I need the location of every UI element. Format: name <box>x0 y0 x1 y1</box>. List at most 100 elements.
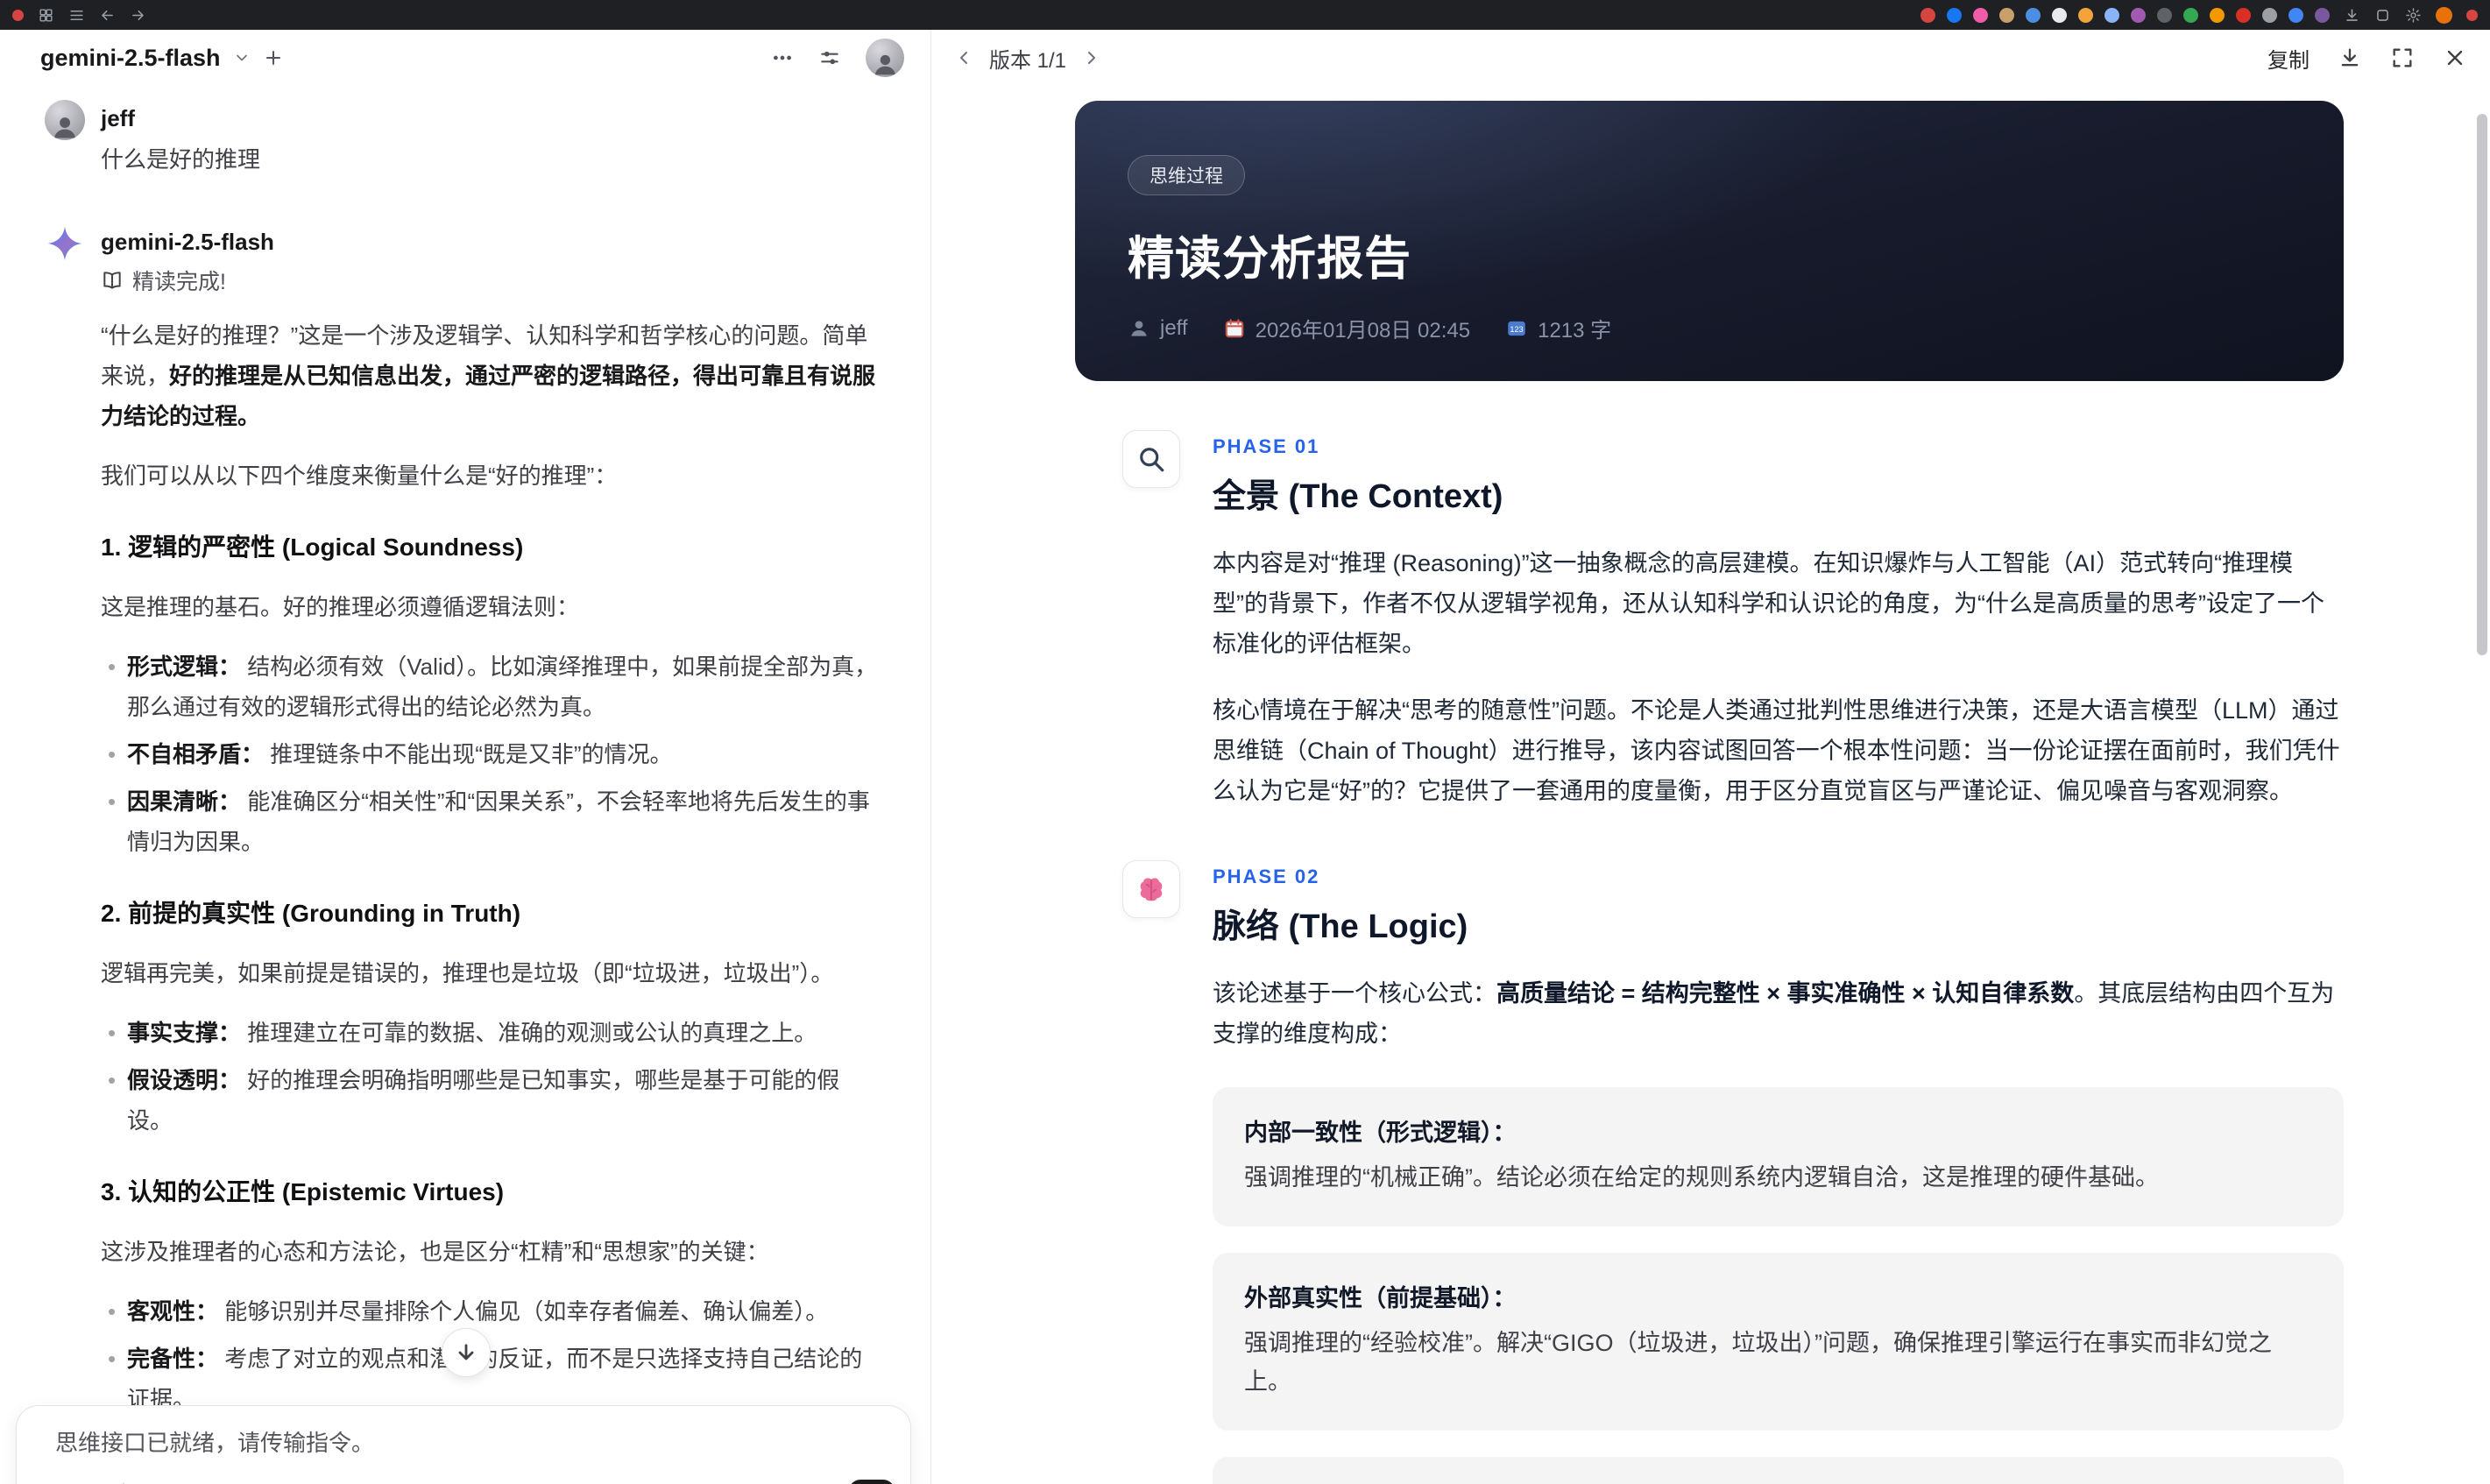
person-icon <box>51 112 79 140</box>
extension-icon[interactable] <box>2315 7 2330 23</box>
phase-title: 脉络 (The Logic) <box>1213 908 1468 945</box>
bullet-label: 形式逻辑： <box>127 654 242 680</box>
artifact-toolbar: 版本 1/1 复制 <box>931 30 2490 86</box>
tab-overview-icon[interactable] <box>38 7 54 24</box>
voice-input-button[interactable] <box>849 1480 895 1484</box>
svg-text:123: 123 <box>1510 324 1523 333</box>
scrollbar-thumb[interactable] <box>2477 114 2487 655</box>
extension-icon[interactable] <box>1973 7 1988 23</box>
report-date: 2026年01月08日 02:45 <box>1255 319 1471 343</box>
browser-profile-avatar[interactable] <box>2436 6 2452 24</box>
alert-icon[interactable] <box>2466 9 2478 21</box>
bullet-list: 事实支撑： 推理建立在可靠的数据、准确的观测或公认的真理之上。假设透明： 好的推… <box>101 1013 880 1141</box>
extension-icon[interactable] <box>2236 7 2251 23</box>
author-icon <box>1128 317 1150 340</box>
chevron-down-icon[interactable] <box>233 49 251 67</box>
close-icon[interactable] <box>2443 46 2467 70</box>
extension-icon[interactable] <box>1921 7 1935 23</box>
report-meta: jeff 2026年01月08日 02:45 123 1213 字 <box>1128 313 2295 343</box>
window-icon[interactable] <box>2374 7 2391 24</box>
chat-input-placeholder: 思维接口已就绪，请传输指令。 <box>55 1430 375 1456</box>
info-card: 外部真实性（前提基础）： 强调推理的“经验校准”。解决“GIGO（垃圾进，垃圾出）… <box>1213 1253 2344 1431</box>
user-message: jeff 什么是好的推理 <box>45 100 880 178</box>
chat-paragraph: “什么是好的推理？”这是一个涉及逻辑学、认知科学和哲学核心的问题。简单来说，好的… <box>101 322 876 429</box>
download-icon[interactable] <box>2338 46 2362 70</box>
next-version-button[interactable] <box>1080 47 1101 68</box>
phase-body: PHASE 02 脉络 (The Logic) 该论述基于一个核心公式：高质量结论 … <box>1213 860 2344 1484</box>
bullet-item: 因果清晰： 能准确区分“相关性”和“因果关系”，不会轻率地将先后发生的事情归为因… <box>101 781 880 862</box>
chat-heading: 3. 认知的公正性 (Epistemic Virtues) <box>101 1178 505 1205</box>
extension-icon[interactable] <box>2104 7 2119 23</box>
scroll-to-bottom-button[interactable] <box>442 1328 491 1377</box>
user-name: jeff <box>101 105 135 131</box>
assistant-message: gemini-2.5-flash 精读完成! “什么是好的推理？”这是一个涉及逻… <box>45 223 880 1484</box>
word-count-icon: 123 <box>1505 317 1528 340</box>
extension-icon[interactable] <box>1947 7 1962 23</box>
record-icon[interactable] <box>12 9 24 21</box>
extension-icon[interactable] <box>1999 7 2014 23</box>
artifact-panel: 版本 1/1 复制 思维过程 精读分析报告 jeff 2026年01月08日 0… <box>931 30 2490 1484</box>
extension-icon[interactable] <box>2078 7 2093 23</box>
phase-paragraph: 本内容是对“推理 (Reasoning)”这一抽象概念的高层建模。在知识爆炸与人… <box>1213 550 2324 657</box>
card-title: 内部一致性（形式逻辑）： <box>1244 1120 1517 1146</box>
info-card: 主体伦理（认识美德）：转向推理者的心理特征。引入奥卡姆剃刀和反向论证，旨在克服人… <box>1213 1457 2344 1484</box>
assistant-message-body: “什么是好的推理？”这是一个涉及逻辑学、认知科学和哲学核心的问题。简单来说，好的… <box>101 315 880 1484</box>
card-title: 外部真实性（前提基础）： <box>1244 1285 1517 1311</box>
bullet-label: 事实支撑： <box>127 1020 242 1046</box>
bullet-item: 形式逻辑： 结构必须有效（Valid）。比如演绎推理中，如果前提全部为真，那么通… <box>101 647 880 727</box>
report-sections: PHASE 01 全景 (The Context) 本内容是对“推理 (Reason… <box>1075 430 2344 1484</box>
new-chat-button[interactable] <box>263 47 284 68</box>
assistant-name: gemini-2.5-flash <box>101 229 274 255</box>
phase-paragraph: 核心情境在于解决“思考的随意性”问题。不论是人类通过批判性思维进行决策，还是大语… <box>1213 697 2340 804</box>
bullet-label: 因果清晰： <box>127 788 242 815</box>
extension-icon[interactable] <box>2157 7 2172 23</box>
extension-icon[interactable] <box>2210 7 2225 23</box>
settings-sliders-icon[interactable] <box>818 46 841 69</box>
more-options-icon[interactable] <box>771 46 794 69</box>
chat-heading: 2. 前提的真实性 (Grounding in Truth) <box>101 900 521 927</box>
person-icon <box>872 50 899 77</box>
extension-icon[interactable] <box>2183 7 2198 23</box>
extension-icon[interactable] <box>2288 7 2303 23</box>
fullscreen-icon[interactable] <box>2390 46 2415 70</box>
book-icon <box>101 269 124 292</box>
chat-heading: 1. 逻辑的严密性 (Logical Soundness) <box>101 534 524 561</box>
report-document: 思维过程 精读分析报告 jeff 2026年01月08日 02:45 123 12… <box>931 86 2490 1484</box>
chat-paragraph: 这涉及推理者的心态和方法论，也是区分“杠精”和“思想家”的关键： <box>101 1239 769 1265</box>
phase-section: PHASE 02 脉络 (The Logic) 该论述基于一个核心公式：高质量结论 … <box>1122 860 2344 1484</box>
browser-chrome <box>0 0 2490 30</box>
previous-version-button[interactable] <box>954 47 975 68</box>
bullet-label: 客观性： <box>127 1298 219 1325</box>
forward-icon[interactable] <box>130 7 146 24</box>
extension-icon[interactable] <box>2131 7 2146 23</box>
report-author: jeff <box>1160 315 1188 340</box>
phase-paragraph: 该论述基于一个核心公式：高质量结论 = 结构完整性 × 事实准确性 × 认知自律… <box>1213 980 2335 1047</box>
back-icon[interactable] <box>99 7 116 24</box>
app-window: gemini-2.5-flash jeff 什么是好的推理 gemini-2.5… <box>0 30 2490 1484</box>
report-title: 精读分析报告 <box>1128 233 1411 285</box>
report-hero-card: 思维过程 精读分析报告 jeff 2026年01月08日 02:45 123 12… <box>1075 101 2344 381</box>
version-navigation: 版本 1/1 <box>954 43 1101 74</box>
extension-icon[interactable] <box>2026 7 2041 23</box>
gemini-logo-icon <box>45 223 85 264</box>
phase-title: 全景 (The Context) <box>1213 478 1503 515</box>
arrow-down-icon <box>454 1340 478 1365</box>
bullet-item: 客观性： 能够识别并尽量排除个人偏见（如幸存者偏差、确认偏差）。 <box>101 1291 880 1332</box>
extension-icon[interactable] <box>2052 7 2067 23</box>
chat-panel: gemini-2.5-flash jeff 什么是好的推理 gemini-2.5… <box>0 30 931 1484</box>
reading-status: 精读完成! <box>101 265 880 296</box>
chat-input[interactable]: 思维接口已就绪，请传输指令。 <box>16 1405 911 1484</box>
search-icon <box>1122 430 1180 488</box>
settings-icon[interactable] <box>2405 7 2422 24</box>
copy-button[interactable]: 复制 <box>2267 43 2310 74</box>
downloads-icon[interactable] <box>2344 7 2360 24</box>
extension-icon[interactable] <box>2262 7 2277 23</box>
report-badge: 思维过程 <box>1128 155 1245 195</box>
model-title[interactable]: gemini-2.5-flash <box>40 45 221 72</box>
user-avatar[interactable] <box>866 39 904 77</box>
card-body: 强调推理的“机械正确”。结论必须在给定的规则系统内逻辑自洽，这是推理的硬件基础。 <box>1244 1164 2159 1191</box>
bullet-list: 形式逻辑： 结构必须有效（Valid）。比如演绎推理中，如果前提全部为真，那么通… <box>101 647 880 862</box>
menu-icon[interactable] <box>68 7 85 24</box>
phase-section: PHASE 01 全景 (The Context) 本内容是对“推理 (Reason… <box>1122 430 2344 811</box>
phase-label: PHASE 01 <box>1213 435 1320 457</box>
